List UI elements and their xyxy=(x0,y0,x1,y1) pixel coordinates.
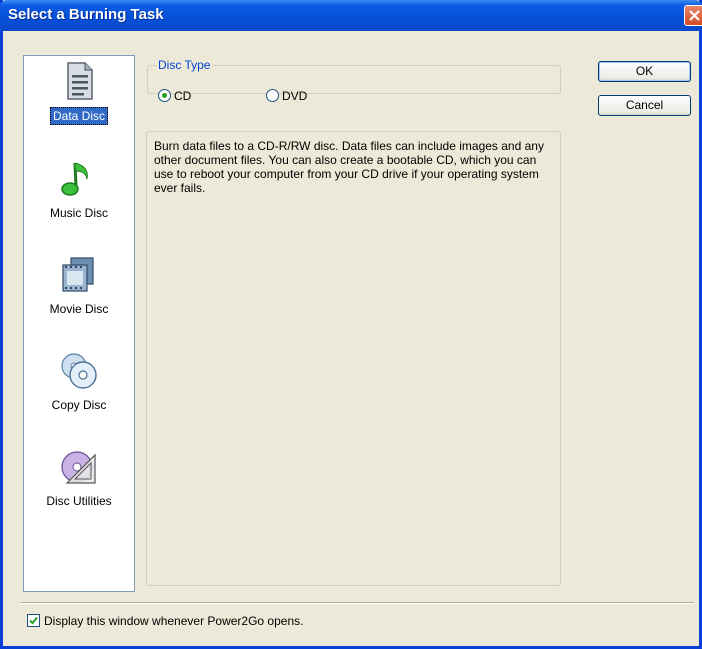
music-note-icon xyxy=(61,162,88,196)
radio-dvd[interactable]: DVD xyxy=(266,89,307,103)
checkbox-label: Display this window whenever Power2Go op… xyxy=(44,614,304,628)
title-bar[interactable]: Select a Burning Task xyxy=(0,0,702,31)
task-label: Music Disc xyxy=(49,206,108,220)
disc-type-legend: Disc Type xyxy=(156,58,213,72)
close-button[interactable] xyxy=(684,5,702,26)
task-label: Disc Utilities xyxy=(46,494,112,508)
separator xyxy=(21,602,694,604)
disc-type-group: Disc Type xyxy=(147,58,561,94)
task-movie-disc[interactable]: Movie Disc xyxy=(24,255,134,317)
description-panel: Burn data files to a CD-R/RW disc. Data … xyxy=(146,131,561,586)
show-on-open-checkbox[interactable]: Display this window whenever Power2Go op… xyxy=(27,614,303,628)
cancel-button[interactable]: Cancel xyxy=(598,95,691,116)
close-icon xyxy=(689,10,700,21)
radio-label: CD xyxy=(174,89,192,103)
description-text: Burn data files to a CD-R/RW disc. Data … xyxy=(154,139,544,195)
radio-button-icon[interactable] xyxy=(266,89,279,102)
checkbox-box[interactable] xyxy=(27,614,40,627)
checkmark-icon xyxy=(29,616,38,625)
ok-button[interactable]: OK xyxy=(598,61,691,82)
radio-button-icon[interactable] xyxy=(158,89,171,102)
task-disc-utilities[interactable]: Disc Utilities xyxy=(24,447,134,509)
task-label: Movie Disc xyxy=(49,302,109,316)
task-copy-disc[interactable]: Copy Disc xyxy=(24,351,134,413)
disc-utilities-icon xyxy=(61,451,96,484)
film-icon xyxy=(62,257,94,292)
document-icon xyxy=(67,62,93,100)
radio-cd[interactable]: CD xyxy=(158,89,191,103)
task-label: Copy Disc xyxy=(51,398,107,412)
window-title: Select a Burning Task xyxy=(8,6,164,23)
copy-disc-icon xyxy=(61,353,97,389)
radio-label: DVD xyxy=(282,89,308,103)
task-data-disc[interactable]: Data Disc xyxy=(24,61,134,125)
dialog-window: Select a Burning Task Data Disc Music Di xyxy=(0,0,702,649)
task-label: Data Disc xyxy=(49,107,108,125)
task-music-disc[interactable]: Music Disc xyxy=(24,159,134,221)
task-list: Data Disc Music Disc Movie Disc Copy Dis… xyxy=(23,55,135,592)
